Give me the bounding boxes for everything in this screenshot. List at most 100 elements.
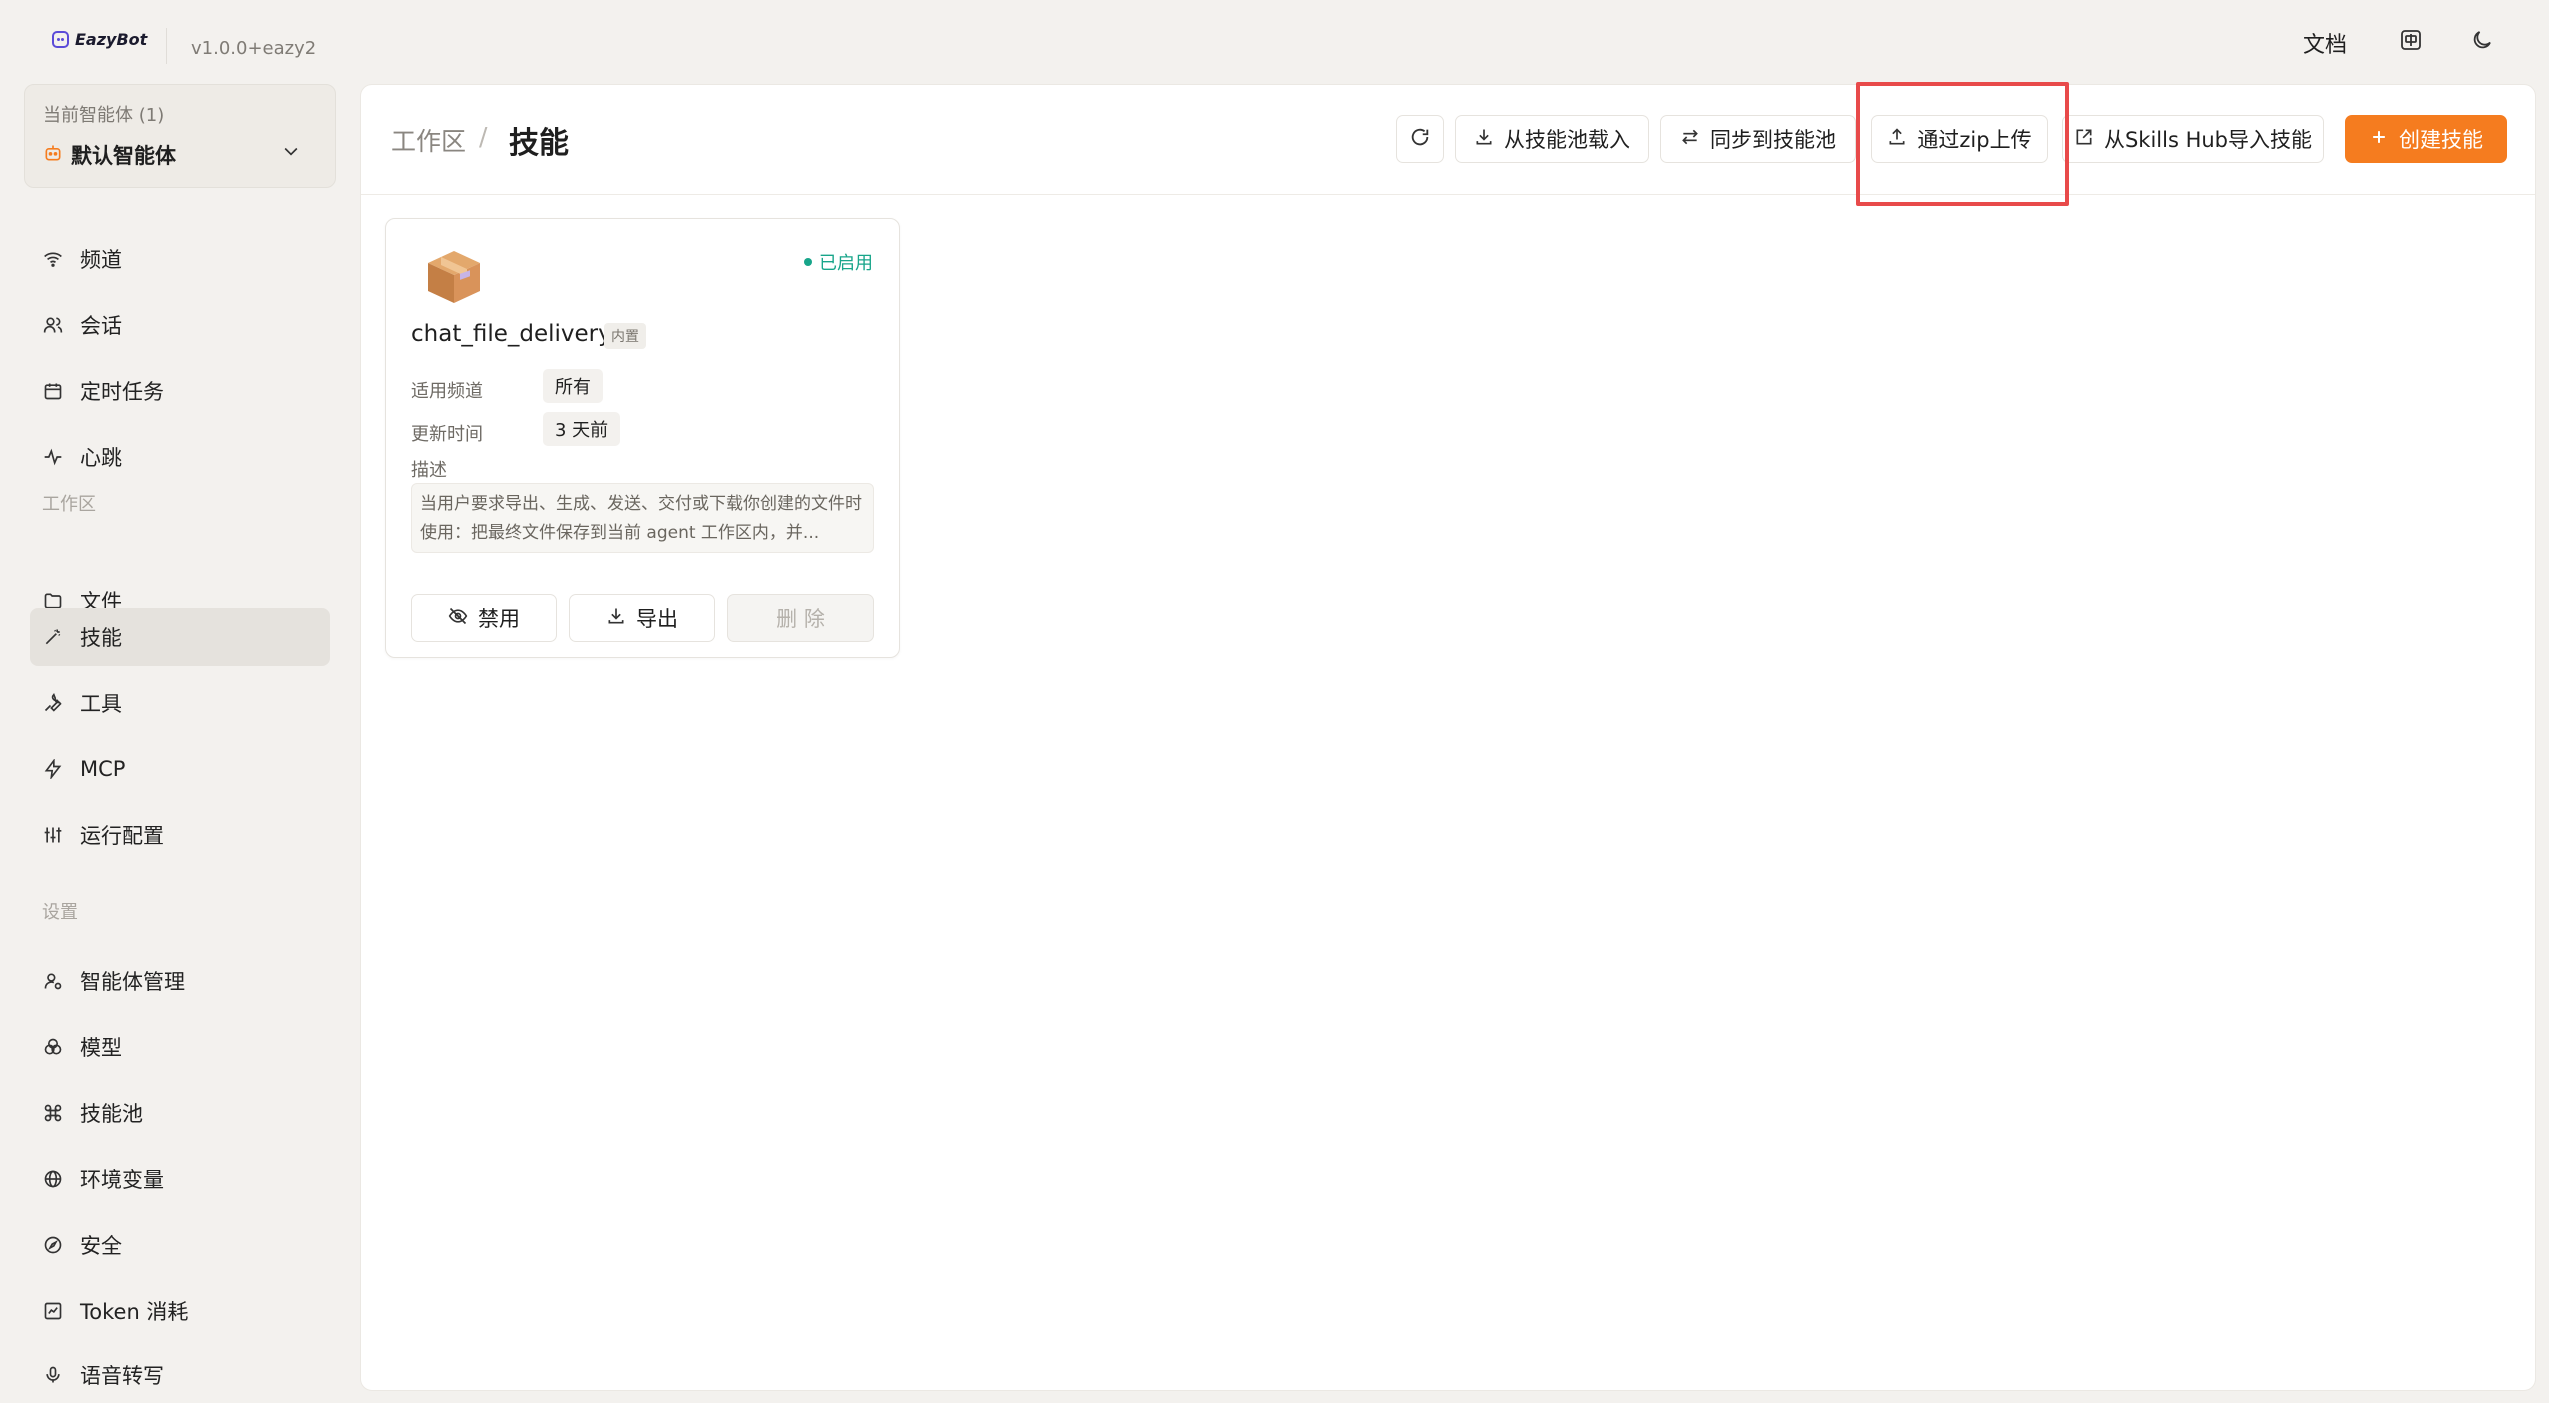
wifi-icon xyxy=(42,248,64,270)
sidebar-item-security[interactable]: 安全 xyxy=(30,1216,330,1274)
sidebar-item-sessions[interactable]: 会话 xyxy=(30,296,330,354)
sidebar-item-label: 会话 xyxy=(80,314,122,338)
app-logo[interactable]: EazyBot xyxy=(52,30,147,49)
sidebar-item-label: 环境变量 xyxy=(80,1168,164,1192)
sidebar-item-label: 工具 xyxy=(80,692,122,716)
sidebar-item-label: MCP xyxy=(80,757,126,781)
sidebar-item-runtime-config[interactable]: 运行配置 xyxy=(30,806,330,864)
sidebar-item-heartbeat[interactable]: 心跳 xyxy=(30,428,330,486)
updated-label: 更新时间 xyxy=(411,424,483,445)
chevron-down-icon[interactable] xyxy=(281,141,301,165)
delete-label: 删 除 xyxy=(776,607,825,631)
breadcrumb-parent[interactable]: 工作区 xyxy=(391,122,466,158)
command-icon xyxy=(42,1102,64,1124)
sidebar-item-models[interactable]: 模型 xyxy=(30,1018,330,1076)
sidebar-item-label: 模型 xyxy=(80,1036,122,1060)
robot-logo-icon xyxy=(52,31,69,48)
sidebar: 当前智能体 (1) 默认智能体 频道 会话 定时任务 心跳 工作区 文件 技能 xyxy=(0,82,345,1403)
export-button[interactable]: 导出 xyxy=(569,594,715,642)
sidebar-item-token-usage[interactable]: Token 消耗 xyxy=(30,1282,330,1340)
sidebar-item-label: 心跳 xyxy=(80,446,122,470)
status-label: 已启用 xyxy=(819,253,873,274)
page-title: 技能 xyxy=(509,126,569,161)
docs-link[interactable]: 文档 xyxy=(2303,27,2347,59)
builtin-tag: 内置 xyxy=(604,323,646,349)
download-icon xyxy=(1474,127,1494,152)
sidebar-item-speech-to-text[interactable]: 语音转写 xyxy=(30,1346,330,1403)
create-skill-button[interactable]: 创建技能 xyxy=(2345,115,2507,163)
zap-icon xyxy=(42,758,64,780)
import-skills-hub-button[interactable]: 从Skills Hub导入技能 xyxy=(2062,115,2324,163)
agent-current: 默认智能体 xyxy=(43,140,176,170)
disable-button[interactable]: 禁用 xyxy=(411,594,557,642)
agent-selector[interactable]: 当前智能体 (1) 默认智能体 xyxy=(24,84,336,188)
divider xyxy=(166,28,167,64)
main-panel: 工作区 / 技能 从技能池载入 同步到技能池 通过zip上传 从Skills H… xyxy=(360,84,2536,1391)
sidebar-item-mcp[interactable]: MCP xyxy=(30,740,330,798)
refresh-icon xyxy=(1409,126,1431,153)
model-icon xyxy=(42,1036,64,1058)
description-text: 当用户要求导出、生成、发送、交付或下载你创建的文件时使用：把最终文件保存到当前 … xyxy=(411,483,874,553)
description-label: 描述 xyxy=(411,460,447,481)
export-label: 导出 xyxy=(636,607,678,631)
sliders-icon xyxy=(42,824,64,846)
create-skill-label: 创建技能 xyxy=(2399,128,2483,152)
sidebar-item-channels[interactable]: 频道 xyxy=(30,230,330,288)
skill-card[interactable]: 已启用 chat_file_delivery 内置 适用频道 所有 更新时间 3… xyxy=(385,218,900,658)
top-bar: EazyBot v1.0.0+eazy2 文档 xyxy=(0,0,2549,82)
channel-value: 所有 xyxy=(543,369,603,403)
compass-icon xyxy=(42,1234,64,1256)
status-dot xyxy=(804,258,812,266)
moon-icon[interactable] xyxy=(2466,24,2498,56)
highlight-box xyxy=(1856,82,2069,206)
sync-to-pool-button[interactable]: 同步到技能池 xyxy=(1660,115,1856,163)
sidebar-item-label: 安全 xyxy=(80,1234,122,1258)
sidebar-item-label: 定时任务 xyxy=(80,380,164,404)
sidebar-item-agent-management[interactable]: 智能体管理 xyxy=(30,952,330,1010)
updated-value: 3 天前 xyxy=(543,412,621,446)
app-name: EazyBot xyxy=(75,30,148,49)
agent-current-name: 默认智能体 xyxy=(71,144,176,168)
breadcrumb-separator: / xyxy=(479,122,488,151)
users-icon xyxy=(42,314,64,336)
skill-name: chat_file_delivery xyxy=(411,321,612,347)
status-badge: 已启用 xyxy=(804,249,873,275)
sidebar-item-tools[interactable]: 工具 xyxy=(30,674,330,732)
package-box-icon xyxy=(424,247,484,311)
plus-icon xyxy=(2369,127,2389,152)
disable-label: 禁用 xyxy=(478,607,520,631)
channel-label: 适用频道 xyxy=(411,381,483,402)
sidebar-item-label: 运行配置 xyxy=(80,824,164,848)
sidebar-item-label: 技能 xyxy=(80,626,122,650)
sidebar-item-label: Token 消耗 xyxy=(80,1300,189,1324)
mic-icon xyxy=(42,1364,64,1386)
calendar-icon xyxy=(42,380,64,402)
arrows-swap-icon xyxy=(1680,127,1700,152)
section-title-workspace: 工作区 xyxy=(42,494,96,515)
globe-icon xyxy=(42,1168,64,1190)
refresh-button[interactable] xyxy=(1396,115,1444,163)
import-skills-hub-label: 从Skills Hub导入技能 xyxy=(2103,128,2313,152)
load-from-pool-button[interactable]: 从技能池载入 xyxy=(1455,115,1649,163)
wand-icon xyxy=(42,626,64,648)
agent-selector-label: 当前智能体 (1) xyxy=(43,105,165,126)
load-from-pool-label: 从技能池载入 xyxy=(1504,128,1630,152)
chart-icon xyxy=(42,1300,64,1322)
sidebar-item-skill-pool[interactable]: 技能池 xyxy=(30,1084,330,1142)
section-title-settings: 设置 xyxy=(42,902,78,923)
sidebar-item-label: 语音转写 xyxy=(80,1364,164,1388)
sidebar-item-scheduled-tasks[interactable]: 定时任务 xyxy=(30,362,330,420)
pulse-icon xyxy=(42,446,64,468)
translate-icon[interactable] xyxy=(2395,24,2427,56)
eye-off-icon xyxy=(448,606,468,631)
sidebar-item-label: 频道 xyxy=(80,248,122,272)
sidebar-item-env-vars[interactable]: 环境变量 xyxy=(30,1150,330,1208)
sidebar-item-label: 智能体管理 xyxy=(80,970,185,994)
app-version: v1.0.0+eazy2 xyxy=(191,38,317,59)
wrench-icon xyxy=(42,692,64,714)
page-header: 工作区 / 技能 从技能池载入 同步到技能池 通过zip上传 从Skills H… xyxy=(361,85,2535,195)
sidebar-item-skills[interactable]: 技能 xyxy=(30,608,330,666)
delete-button[interactable]: 删 除 xyxy=(727,594,874,642)
sidebar-item-label: 技能池 xyxy=(80,1102,143,1126)
download-icon xyxy=(606,606,626,631)
